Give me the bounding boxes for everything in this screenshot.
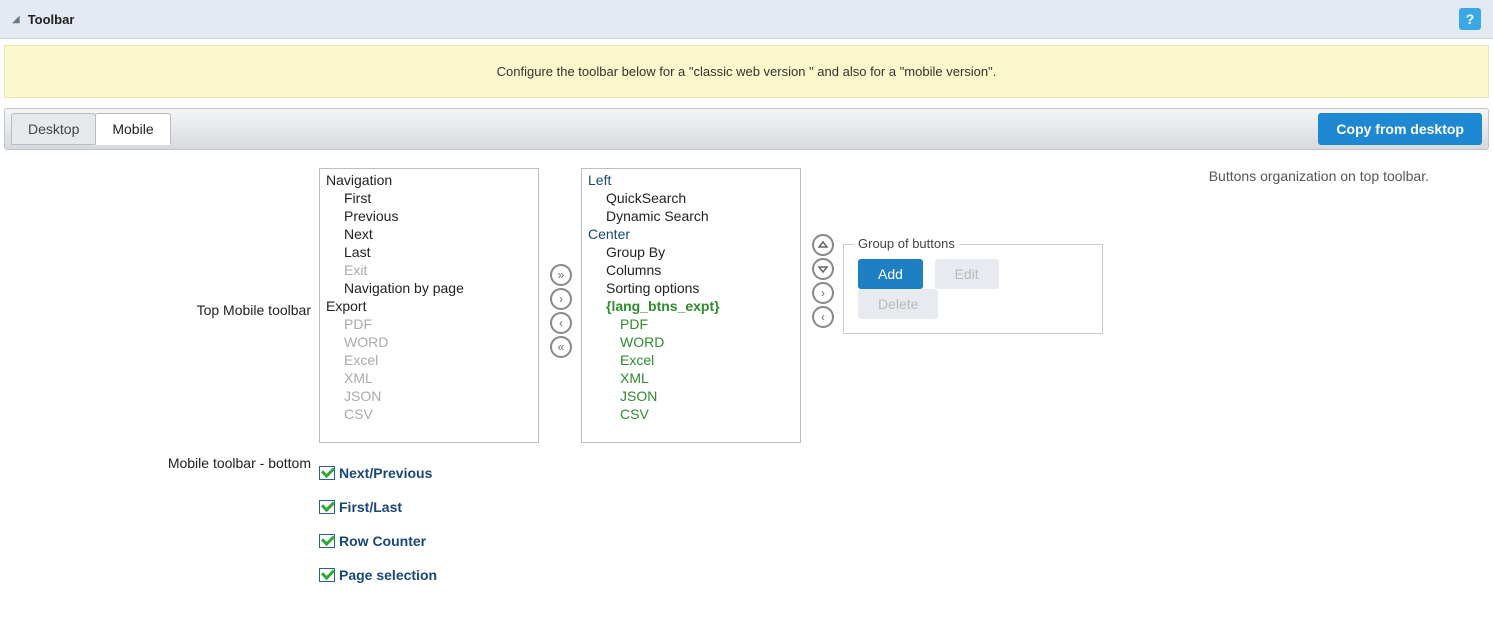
item-word[interactable]: WORD <box>320 333 538 351</box>
move-left-button[interactable]: ‹ <box>550 312 572 334</box>
sel-json[interactable]: JSON <box>582 387 800 405</box>
check-firstlast[interactable]: First/Last <box>319 499 1469 515</box>
sel-sorting[interactable]: Sorting options <box>582 279 800 297</box>
sel-csv[interactable]: CSV <box>582 405 800 423</box>
move-right2-button[interactable]: › <box>812 282 834 304</box>
selected-listbox[interactable]: Left QuickSearch Dynamic Search Center G… <box>581 168 801 443</box>
checkbox-icon[interactable] <box>319 500 335 514</box>
move-all-left-button[interactable]: « <box>550 336 572 358</box>
check-pagesel[interactable]: Page selection <box>319 567 1469 583</box>
top-mobile-label: Top Mobile toolbar <box>20 162 315 449</box>
tab-mobile[interactable]: Mobile <box>95 113 170 145</box>
sel-excel[interactable]: Excel <box>582 351 800 369</box>
group-export[interactable]: Export <box>320 297 538 315</box>
available-listbox[interactable]: Navigation First Previous Next Last Exit… <box>319 168 539 443</box>
item-excel[interactable]: Excel <box>320 351 538 369</box>
item-xml[interactable]: XML <box>320 369 538 387</box>
notice-banner: Configure the toolbar below for a "class… <box>4 45 1489 98</box>
item-previous[interactable]: Previous <box>320 207 538 225</box>
edit-button: Edit <box>935 259 999 289</box>
checkbox-icon[interactable] <box>319 568 335 582</box>
move-right-button[interactable]: › <box>550 288 572 310</box>
check-nextprev[interactable]: Next/Previous <box>319 465 1469 481</box>
sel-xml[interactable]: XML <box>582 369 800 387</box>
copy-from-desktop-button[interactable]: Copy from desktop <box>1318 113 1482 145</box>
bottom-checks: Next/Previous First/Last Row Counter Pag… <box>319 465 1469 583</box>
collapse-icon[interactable]: ◢ <box>12 14 20 25</box>
item-navpage[interactable]: Navigation by page <box>320 279 538 297</box>
add-button[interactable]: Add <box>858 259 923 289</box>
item-json[interactable]: JSON <box>320 387 538 405</box>
panel-header: ◢ Toolbar ? <box>0 0 1493 39</box>
check-rowcounter[interactable]: Row Counter <box>319 533 1469 549</box>
section-center[interactable]: Center <box>582 225 800 243</box>
sel-dynsearch[interactable]: Dynamic Search <box>582 207 800 225</box>
checkbox-icon[interactable] <box>319 466 335 480</box>
item-csv[interactable]: CSV <box>320 405 538 423</box>
help-button[interactable]: ? <box>1459 8 1481 30</box>
item-pdf[interactable]: PDF <box>320 315 538 333</box>
item-exit[interactable]: Exit <box>320 261 538 279</box>
tab-desktop[interactable]: Desktop <box>11 113 96 145</box>
section-left[interactable]: Left <box>582 171 800 189</box>
item-first[interactable]: First <box>320 189 538 207</box>
sel-columns[interactable]: Columns <box>582 261 800 279</box>
move-left2-button[interactable]: ‹ <box>812 306 834 328</box>
content-area: Top Mobile toolbar Navigation First Prev… <box>0 150 1493 619</box>
item-next[interactable]: Next <box>320 225 538 243</box>
group-of-buttons-fieldset: Group of buttons Add Edit Delete <box>843 244 1103 334</box>
sel-langexpt[interactable]: {lang_btns_expt} <box>582 297 800 315</box>
group-navigation[interactable]: Navigation <box>320 171 538 189</box>
tabs-bar: Desktop Mobile Copy from desktop <box>4 108 1489 150</box>
item-last[interactable]: Last <box>320 243 538 261</box>
move-all-right-button[interactable]: » <box>550 264 572 286</box>
sel-groupby[interactable]: Group By <box>582 243 800 261</box>
move-down-button[interactable] <box>812 258 834 280</box>
panel-title: Toolbar <box>28 12 75 27</box>
sel-word[interactable]: WORD <box>582 333 800 351</box>
delete-button: Delete <box>858 289 938 319</box>
fieldset-legend: Group of buttons <box>854 236 959 251</box>
right-pane-title: Buttons organization on top toolbar. <box>843 168 1469 184</box>
sel-quicksearch[interactable]: QuickSearch <box>582 189 800 207</box>
checkbox-icon[interactable] <box>319 534 335 548</box>
bottom-mobile-label: Mobile toolbar - bottom <box>20 449 315 607</box>
move-top-button[interactable] <box>812 234 834 256</box>
sel-pdf[interactable]: PDF <box>582 315 800 333</box>
